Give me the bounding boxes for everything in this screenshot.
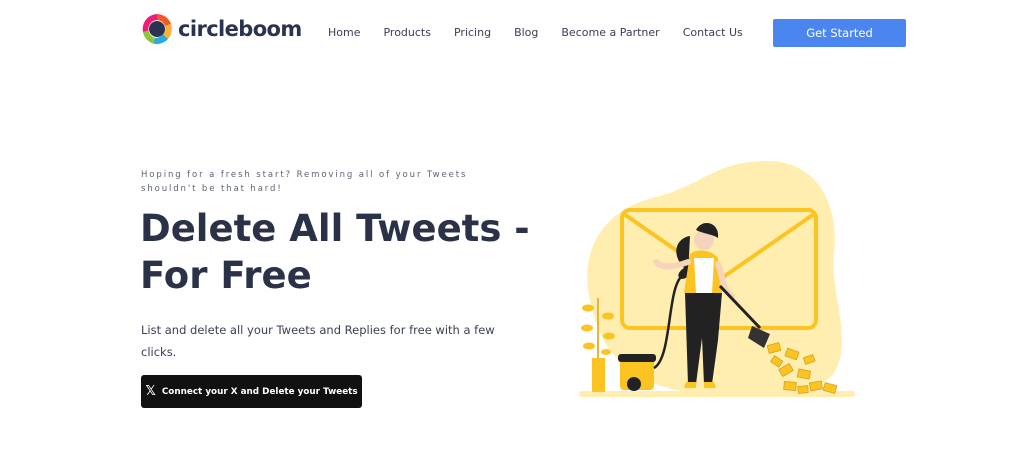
nav-become-partner[interactable]: Become a Partner — [561, 26, 659, 39]
x-logo-icon: 𝕏 — [145, 384, 156, 399]
nav-home[interactable]: Home — [328, 26, 360, 39]
hero-description: List and delete all your Tweets and Repl… — [141, 323, 495, 359]
logo[interactable]: circleboom — [140, 12, 302, 46]
get-started-button[interactable]: Get Started — [773, 19, 906, 47]
title-line-2: For Free — [140, 254, 312, 297]
hero-illustration — [579, 160, 855, 398]
title-line-1: Delete All Tweets - — [140, 207, 530, 250]
page-title: Delete All Tweets - For Free — [140, 205, 560, 299]
main-nav: Home Products Pricing Blog Become a Part… — [328, 26, 743, 39]
nav-blog[interactable]: Blog — [514, 26, 538, 39]
nav-pricing[interactable]: Pricing — [454, 26, 491, 39]
site-header: circleboom Home Products Pricing Blog Be… — [0, 0, 1024, 66]
brand-name: circleboom — [178, 17, 302, 41]
hero-eyebrow: Hoping for a fresh start? Removing all o… — [141, 170, 468, 194]
nav-products[interactable]: Products — [383, 26, 431, 39]
nav-contact-us[interactable]: Contact Us — [683, 26, 743, 39]
circleboom-logo-icon — [142, 14, 172, 44]
connect-x-button[interactable]: 𝕏 Connect your X and Delete your Tweets — [141, 375, 362, 408]
connect-x-label: Connect your X and Delete your Tweets — [161, 386, 358, 397]
